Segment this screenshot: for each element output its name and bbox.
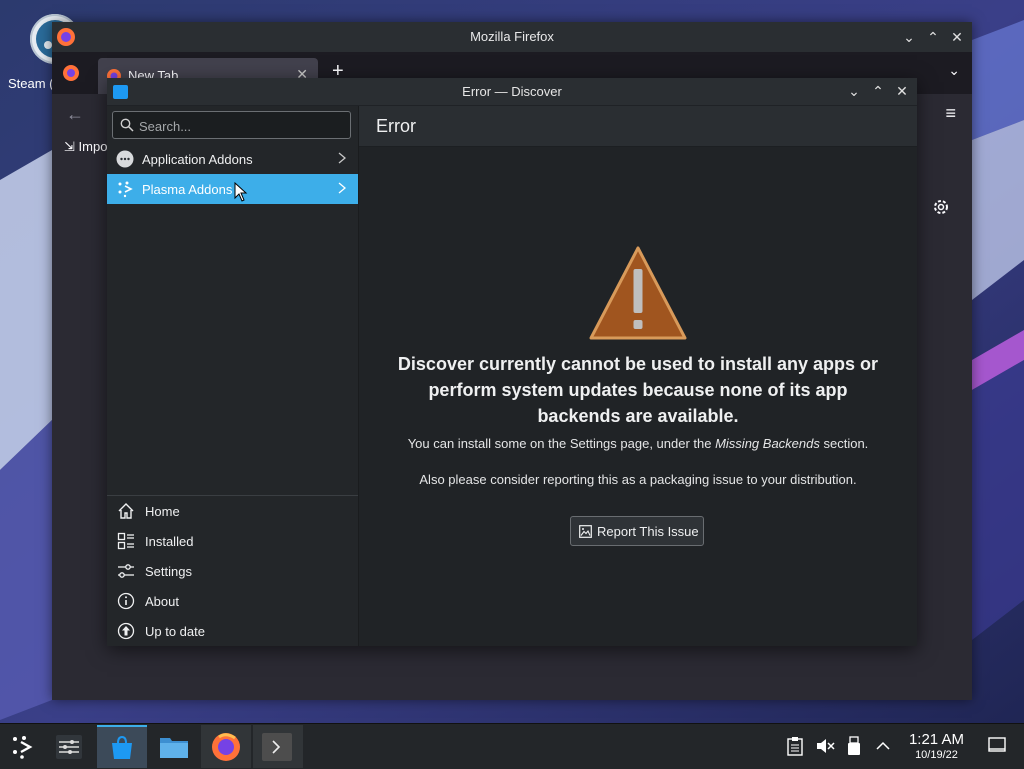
taskbar-firefox-button[interactable] <box>201 725 251 768</box>
mouse-cursor-icon <box>234 181 248 205</box>
discover-sidebar: Application Addons Plasma Addons Home <box>107 106 359 646</box>
customize-gear-icon[interactable] <box>932 198 950 221</box>
sidebar-item-plasma-addons[interactable]: Plasma Addons <box>107 174 358 204</box>
sidebar-item-application-addons[interactable]: Application Addons <box>107 144 358 174</box>
nav-item-home[interactable]: Home <box>107 496 358 526</box>
search-input[interactable] <box>137 112 346 140</box>
taskbar: 1:21 AM 10/19/22 <box>0 723 1024 769</box>
discover-main: Error Discover currently cannot be used … <box>359 106 917 646</box>
firefox-view-icon[interactable] <box>62 64 80 87</box>
back-icon[interactable]: ← <box>66 104 84 125</box>
nav-item-up-to-date[interactable]: Up to date <box>107 616 358 646</box>
page-title: Error <box>376 116 416 136</box>
taskbar-settings-button[interactable] <box>46 725 96 768</box>
removable-device-icon[interactable] <box>847 736 867 756</box>
minimize-icon[interactable]: ⌄ <box>900 28 918 46</box>
report-image-icon <box>579 525 592 541</box>
app-launcher-button[interactable] <box>0 725 50 768</box>
chevron-up-icon[interactable] <box>875 736 895 756</box>
bottom-navigation: Home Installed Settings About Up to date <box>107 495 358 646</box>
chevron-right-icon <box>338 152 347 167</box>
discover-store-icon <box>109 735 135 766</box>
volume-muted-icon[interactable] <box>815 736 835 756</box>
nav-item-about[interactable]: About <box>107 586 358 616</box>
addons-icon <box>116 150 134 168</box>
show-desktop-icon[interactable] <box>988 736 1008 756</box>
clock-time: 1:21 AM <box>908 731 964 748</box>
discover-titlebar[interactable]: Error — Discover ⌄ ⌃ ✕ <box>107 78 917 106</box>
warning-icon <box>588 245 688 341</box>
terminal-icon <box>262 733 292 766</box>
chevron-right-icon <box>338 182 347 197</box>
error-heading: Discover currently cannot be used to ins… <box>397 354 879 426</box>
nav-item-label: Installed <box>145 534 194 549</box>
clock-date: 10/19/22 <box>915 749 958 761</box>
folder-icon <box>159 735 189 764</box>
search-box[interactable] <box>112 111 351 140</box>
search-icon <box>120 118 134 135</box>
minimize-icon[interactable]: ⌄ <box>845 82 863 100</box>
home-icon <box>117 502 135 520</box>
error-page: Discover currently cannot be used to ins… <box>359 147 917 646</box>
sidebar-item-label: Application Addons <box>142 152 253 167</box>
settings-sliders-icon <box>117 562 135 580</box>
update-icon <box>117 622 135 640</box>
close-icon[interactable]: ✕ <box>948 28 966 46</box>
nav-item-installed[interactable]: Installed <box>107 526 358 556</box>
maximize-icon[interactable]: ⌃ <box>869 82 887 100</box>
report-button-label: Report This Issue <box>597 524 699 539</box>
taskbar-terminal-button[interactable] <box>253 725 303 768</box>
firefox-titlebar[interactable]: Mozilla Firefox ⌄ ⌃ ✕ <box>52 22 972 52</box>
packaging-note: Also please consider reporting this as a… <box>419 472 857 487</box>
page-header: Error <box>359 106 917 147</box>
taskbar-discover-button[interactable] <box>97 725 147 768</box>
firefox-window-title: Mozilla Firefox <box>470 29 554 44</box>
nav-item-label: Home <box>145 504 180 519</box>
plasma-icon <box>116 180 134 198</box>
report-issue-button[interactable]: Report This Issue <box>570 516 704 546</box>
missing-backends-emphasis: Missing Backends <box>715 436 820 451</box>
installed-icon <box>117 532 135 550</box>
clipboard-icon[interactable] <box>786 736 806 756</box>
clock[interactable]: 1:21 AM 10/19/22 <box>909 731 964 761</box>
import-bookmarks-link[interactable]: ⇲ Import bookmarks... <box>64 139 108 155</box>
backends-hint: You can install some on the Settings pag… <box>359 436 917 451</box>
steamos-launcher-icon <box>10 734 36 765</box>
sidebar-item-label: Plasma Addons <box>142 182 233 197</box>
import-bookmarks-label: Import bookmarks... <box>78 139 108 154</box>
nav-item-settings[interactable]: Settings <box>107 556 358 586</box>
nav-item-label: About <box>145 594 179 609</box>
hint-prefix: You can install some on the Settings pag… <box>407 436 716 451</box>
taskbar-files-button[interactable] <box>149 725 199 768</box>
maximize-icon[interactable]: ⌃ <box>924 28 942 46</box>
list-tabs-icon[interactable]: ⌄ <box>948 62 960 79</box>
close-icon[interactable]: ✕ <box>893 82 911 100</box>
firefox-icon <box>211 732 241 767</box>
discover-window[interactable]: Error — Discover ⌄ ⌃ ✕ Application Addon… <box>107 78 917 646</box>
info-icon <box>117 592 135 610</box>
discover-window-title: Error — Discover <box>462 84 562 99</box>
import-icon: ⇲ <box>64 139 75 154</box>
nav-item-label: Up to date <box>145 624 205 639</box>
nav-item-label: Settings <box>145 564 192 579</box>
system-settings-icon <box>56 735 82 764</box>
hint-suffix: section. <box>819 436 869 451</box>
menu-icon[interactable]: ≡ <box>945 103 956 124</box>
